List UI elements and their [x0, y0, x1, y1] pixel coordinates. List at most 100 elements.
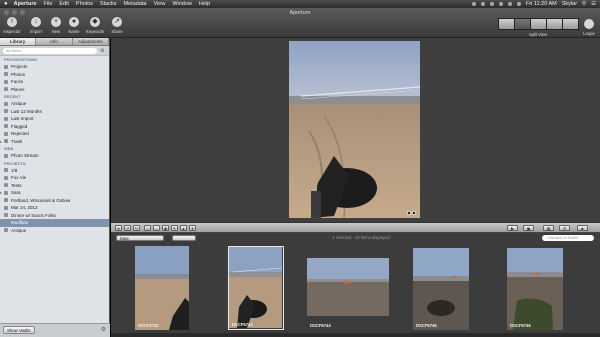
thumbnail[interactable]: DSCF5745 — [413, 246, 469, 330]
wifi-icon[interactable] — [498, 2, 503, 6]
selection-status: 1 selected - 42 items displayed — [332, 235, 390, 240]
viewer-view-button[interactable] — [530, 18, 547, 30]
spotlight-icon[interactable]: ⚲ — [582, 1, 586, 7]
browser-view-button[interactable] — [498, 18, 515, 30]
sidebar-item-project[interactable]: Antique — [0, 227, 109, 235]
menu-metadata[interactable]: Metadata — [124, 1, 147, 7]
sidebar-item-antique[interactable]: Antique — [0, 100, 109, 108]
calendar-icon — [4, 109, 8, 113]
new-label: New — [51, 29, 61, 34]
faces-view-button[interactable] — [562, 18, 579, 30]
section-header: PROVINCETOWN — [4, 57, 38, 62]
keywords-button[interactable]: ◆ Keywords — [85, 17, 105, 34]
status-icon[interactable] — [480, 2, 485, 6]
menu-file[interactable]: File — [44, 1, 53, 7]
project-icon — [4, 183, 8, 187]
stamp-icon[interactable]: ▼ — [189, 225, 196, 231]
loupe-icon — [584, 19, 594, 29]
sidebar-item-last-12-months[interactable]: Last 12 Months — [0, 108, 109, 116]
project-icon — [4, 198, 8, 202]
menu-stacks[interactable]: Stacks — [100, 1, 117, 7]
status-icon[interactable] — [471, 2, 476, 6]
map-view-button[interactable] — [546, 18, 563, 30]
menu-view[interactable]: View — [153, 1, 165, 7]
name-button[interactable]: ● Name — [64, 17, 84, 34]
inspector-button[interactable]: i Inspector — [2, 17, 22, 34]
thumbnail-image — [229, 247, 282, 328]
tab-info[interactable]: Info — [36, 38, 73, 45]
sidebar-item-faces[interactable]: Faces — [0, 78, 109, 86]
filmstrip-view-icon[interactable]: ■ — [577, 225, 588, 231]
new-button[interactable]: + New — [46, 17, 66, 34]
sort-dropdown[interactable]: Date — [116, 235, 164, 241]
album-icon — [4, 101, 8, 106]
view-mode-control — [498, 18, 579, 30]
grid-view-icon[interactable]: ▦ — [543, 225, 554, 231]
gear-icon[interactable]: ⚙ — [100, 48, 106, 54]
sidebar-item-last-import[interactable]: Last Import — [0, 115, 109, 123]
sidebar-item-project[interactable]: Sara — [0, 189, 109, 197]
menu-aperture[interactable]: Aperture — [14, 1, 37, 7]
status-icon[interactable] — [489, 2, 494, 6]
straighten-icon[interactable]: ↔ — [153, 225, 160, 231]
sort-order-toggle[interactable] — [172, 235, 196, 241]
import-button[interactable]: ↓ Import — [26, 17, 46, 34]
share-icon: ↗ — [112, 17, 122, 27]
sidebar-footer: Show Vaults ⚙ — [0, 323, 110, 337]
thumbnail-caption: DSCF5744 — [310, 323, 331, 328]
thumbnail[interactable]: DSCF5742 — [135, 246, 189, 330]
sidebar-item-project[interactable]: Tests — [0, 182, 109, 190]
sidebar-item-project[interactable]: 1/8 — [0, 167, 109, 175]
volume-icon[interactable] — [507, 2, 512, 6]
rotate-left-icon[interactable]: ↺ — [124, 225, 131, 231]
show-vaults-button[interactable]: Show Vaults — [3, 326, 35, 334]
redeye-icon[interactable]: ◉ — [162, 225, 169, 231]
slideshow-icon[interactable]: ▶ — [507, 225, 518, 231]
name-label: Name — [68, 29, 80, 34]
sidebar-item-places[interactable]: Places — [0, 86, 109, 94]
filter-search-input[interactable]: Unrated or Better — [542, 235, 594, 241]
thumbnail[interactable]: DSCF5746 — [507, 246, 563, 330]
sidebar-item-project[interactable]: Mar 24, 2013 — [0, 204, 109, 212]
sidebar-item-mudflats[interactable]: Mudflats — [0, 219, 109, 227]
search-input[interactable]: All Items — [3, 47, 97, 54]
sidebar-item-rejected[interactable]: Rejected — [0, 130, 109, 138]
list-icon[interactable]: ☰ — [591, 1, 596, 7]
sidebar-item-project[interactable]: Dinner w/ Sara's Folks — [0, 212, 109, 220]
sidebar-item-trash[interactable]: Trash — [0, 138, 109, 146]
loupe-button[interactable]: Loupe — [582, 19, 596, 36]
lift-icon[interactable]: ▲ — [180, 225, 187, 231]
select-tool-icon[interactable]: ➤ — [115, 225, 122, 231]
apple-menu-icon[interactable]: ● — [4, 1, 8, 7]
tab-adjustments[interactable]: Adjustments — [73, 38, 109, 45]
sidebar-item-project[interactable]: Fox Vie — [0, 174, 109, 182]
sidebar-item-photo-stream[interactable]: Photo Stream — [0, 152, 109, 160]
thumbnail[interactable]: DSCF5744 — [307, 246, 389, 330]
menu-window[interactable]: Window — [172, 1, 192, 7]
share-label: Share — [111, 29, 123, 34]
sidebar-item-photos[interactable]: Photos — [0, 71, 109, 79]
sidebar-item-project[interactable]: Portland, Wiscasset & Oxbow — [0, 197, 109, 205]
thumbnail-selected[interactable]: DSCF5743 — [228, 246, 284, 330]
menu-clock[interactable]: Fri 11:20 AM — [526, 1, 557, 7]
menu-photos[interactable]: Photos — [76, 1, 93, 7]
menu-help[interactable]: Help — [199, 1, 210, 7]
sidebar-item-projects[interactable]: Projects — [0, 63, 109, 71]
share-button[interactable]: ↗ Share — [107, 17, 127, 34]
browser-scrollbar[interactable] — [111, 333, 600, 337]
main-photo[interactable] — [289, 41, 420, 218]
lift-stamp-icon[interactable]: ↻ — [133, 225, 140, 231]
split-view-button[interactable] — [514, 18, 531, 30]
library-sidebar: Library Info Adjustments All Items ⚙ PRO… — [0, 38, 110, 337]
crop-icon[interactable]: □ — [144, 225, 151, 231]
section-header: WEB — [4, 146, 14, 151]
tab-library[interactable]: Library — [0, 38, 37, 45]
brush-icon[interactable]: ✎ — [171, 225, 178, 231]
menu-edit[interactable]: Edit — [59, 1, 68, 7]
sidebar-item-flagged[interactable]: Flagged — [0, 123, 109, 131]
menu-user[interactable]: Skylar — [562, 1, 577, 7]
list-view-icon[interactable]: ☰ — [559, 225, 570, 231]
fullscreen-icon[interactable]: ▣ — [523, 225, 534, 231]
gear-icon[interactable]: ⚙ — [101, 326, 106, 333]
battery-icon[interactable] — [516, 2, 521, 6]
